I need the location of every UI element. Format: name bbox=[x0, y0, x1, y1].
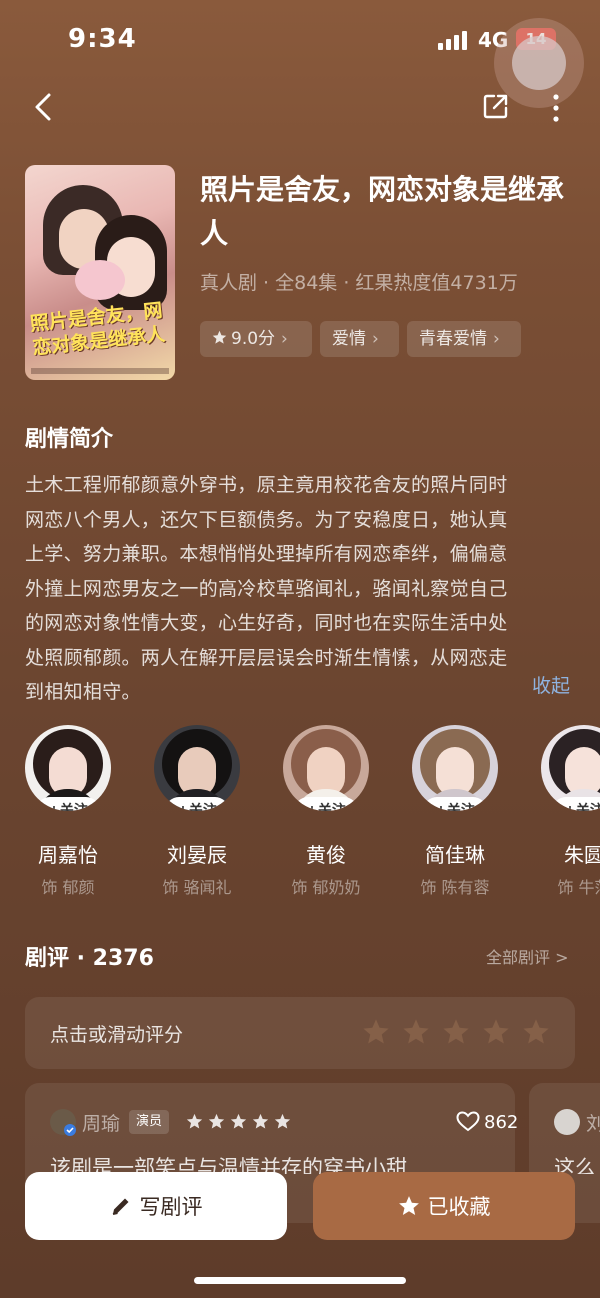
rate-star-icon[interactable] bbox=[402, 1018, 430, 1046]
follow-button[interactable]: +关注 bbox=[36, 797, 100, 811]
star-icon bbox=[398, 1196, 419, 1216]
poster-title-art: 照片是舍友，网恋对象是继承人 bbox=[28, 299, 167, 360]
favorite-button[interactable]: 已收藏 bbox=[313, 1172, 575, 1240]
avatar[interactable]: +关注 bbox=[283, 725, 369, 811]
cast-role: 饰 牛萍 bbox=[557, 878, 600, 897]
pencil-icon bbox=[112, 1198, 128, 1215]
cast-member[interactable]: +关注 黄俊 饰 郁奶奶 bbox=[276, 725, 376, 898]
reviews-heading: 剧评 · 2376 bbox=[25, 946, 154, 971]
rating-tag[interactable]: 9.0分 › bbox=[200, 321, 312, 357]
cast-name: 黄俊 bbox=[306, 843, 346, 867]
cast-member[interactable]: +关注 朱圆 饰 牛萍 bbox=[534, 725, 600, 898]
star-icon bbox=[274, 1113, 291, 1129]
back-icon[interactable] bbox=[30, 92, 56, 122]
favorite-label: 已收藏 bbox=[427, 1195, 491, 1219]
drama-poster[interactable]: 照片是舍友，网恋对象是继承人 bbox=[25, 165, 175, 380]
cast-name: 周嘉怡 bbox=[38, 843, 98, 867]
actor-badge: 演员 bbox=[129, 1110, 170, 1134]
collapse-link[interactable]: 收起 bbox=[532, 671, 570, 698]
subgenre-label: 青春爱情 bbox=[419, 329, 487, 349]
rate-star-icon[interactable] bbox=[522, 1018, 550, 1046]
rating-value: 9.0分 bbox=[231, 329, 276, 349]
follow-button[interactable]: +关注 bbox=[165, 797, 229, 811]
verified-icon bbox=[64, 1124, 76, 1136]
more-icon[interactable] bbox=[550, 92, 562, 124]
synopsis-line: 网恋八个男人，还欠下巨额债务。为了安稳度日，她认真 bbox=[25, 508, 508, 531]
review-author[interactable]: 刘 bbox=[586, 1109, 600, 1136]
star-icon bbox=[230, 1113, 247, 1129]
cast-role: 饰 郁颜 bbox=[41, 878, 95, 897]
review-text[interactable]: 该剧是一部笑点与温情并存的穿书小甜 bbox=[50, 1152, 480, 1174]
cast-name: 简佳琳 bbox=[425, 843, 485, 867]
signal-icon bbox=[438, 30, 470, 50]
rate-star-icon[interactable] bbox=[482, 1018, 510, 1046]
genre-label: 爱情 bbox=[332, 329, 366, 349]
synopsis-line: 外撞上网恋男友之一的高冷校草骆闻礼，骆闻礼察觉自己 bbox=[25, 577, 508, 600]
drama-meta: 真人剧 · 全84集 · 红果热度值4731万 bbox=[200, 272, 518, 294]
like-count: 862 bbox=[484, 1112, 519, 1133]
synopsis-line: 上学、努力兼职。本想悄悄处理掉所有网恋牵绊，偏偏意 bbox=[25, 543, 508, 565]
follow-button[interactable]: +关注 bbox=[294, 797, 358, 811]
synopsis-line: 处照顾郁颜。两人在解开层层误会时渐生情愫，从网恋走 bbox=[25, 646, 508, 669]
cast-member[interactable]: +关注 刘晏辰 饰 骆闻礼 bbox=[147, 725, 247, 898]
avatar[interactable]: +关注 bbox=[541, 725, 600, 811]
rating-prompt: 点击或滑动评分 bbox=[50, 1024, 184, 1046]
star-icon bbox=[186, 1113, 203, 1129]
synopsis-line: 土木工程师郁颜意外穿书，原主竟用校花舍友的照片同时 bbox=[25, 474, 508, 496]
cast-name: 刘晏辰 bbox=[167, 843, 227, 867]
subgenre-tag[interactable]: 青春爱情 › bbox=[407, 321, 521, 357]
chevron-right-icon: › bbox=[281, 329, 288, 349]
avatar[interactable]: +关注 bbox=[154, 725, 240, 811]
heart-icon bbox=[456, 1111, 480, 1132]
review-text[interactable]: 这么 bbox=[554, 1152, 600, 1174]
chevron-right-icon: › bbox=[372, 329, 379, 349]
star-icon bbox=[212, 330, 227, 344]
cast-role: 饰 郁奶奶 bbox=[291, 878, 361, 897]
review-author[interactable]: 周瑜 bbox=[82, 1109, 120, 1136]
cast-name: 朱圆 bbox=[564, 843, 600, 867]
avatar[interactable] bbox=[554, 1109, 580, 1135]
cast-role: 饰 陈有蓉 bbox=[420, 878, 490, 897]
avatar[interactable] bbox=[50, 1109, 76, 1136]
share-icon[interactable] bbox=[482, 92, 510, 120]
status-time: 9:34 bbox=[68, 24, 137, 54]
synopsis-text: 土木工程师郁颜意外穿书，原主竟用校花舍友的照片同时 网恋八个男人，还欠下巨额债务… bbox=[25, 468, 575, 710]
rate-star-icon[interactable] bbox=[362, 1018, 390, 1046]
write-review-button[interactable]: 写剧评 bbox=[25, 1172, 287, 1240]
synopsis-line: 到相知相守。 bbox=[25, 681, 141, 703]
avatar[interactable]: +关注 bbox=[412, 725, 498, 811]
star-icon bbox=[208, 1113, 225, 1129]
cast-member[interactable]: +关注 周嘉怡 饰 郁颜 bbox=[18, 725, 118, 898]
follow-button[interactable]: +关注 bbox=[423, 797, 487, 811]
synopsis-heading: 剧情简介 bbox=[25, 427, 114, 452]
star-icon bbox=[252, 1113, 269, 1129]
avatar[interactable]: +关注 bbox=[25, 725, 111, 811]
rate-star-icon[interactable] bbox=[442, 1018, 470, 1046]
follow-button[interactable]: +关注 bbox=[552, 797, 600, 811]
drama-title: 照片是舍友，网恋对象是继承人 bbox=[200, 173, 565, 250]
all-reviews-link[interactable]: 全部剧评 > bbox=[486, 944, 569, 968]
cast-role: 饰 骆闻礼 bbox=[162, 878, 232, 897]
cast-member[interactable]: +关注 简佳琳 饰 陈有蓉 bbox=[405, 725, 505, 898]
home-indicator[interactable] bbox=[194, 1277, 406, 1284]
chevron-right-icon: › bbox=[493, 329, 500, 349]
write-review-label: 写剧评 bbox=[139, 1195, 203, 1219]
like-button[interactable]: 862 bbox=[456, 1111, 518, 1133]
synopsis-line: 的网恋对象性情大变，心生好奇，同时也在实际生活中处 bbox=[25, 612, 508, 634]
genre-tag[interactable]: 爱情 › bbox=[320, 321, 399, 357]
